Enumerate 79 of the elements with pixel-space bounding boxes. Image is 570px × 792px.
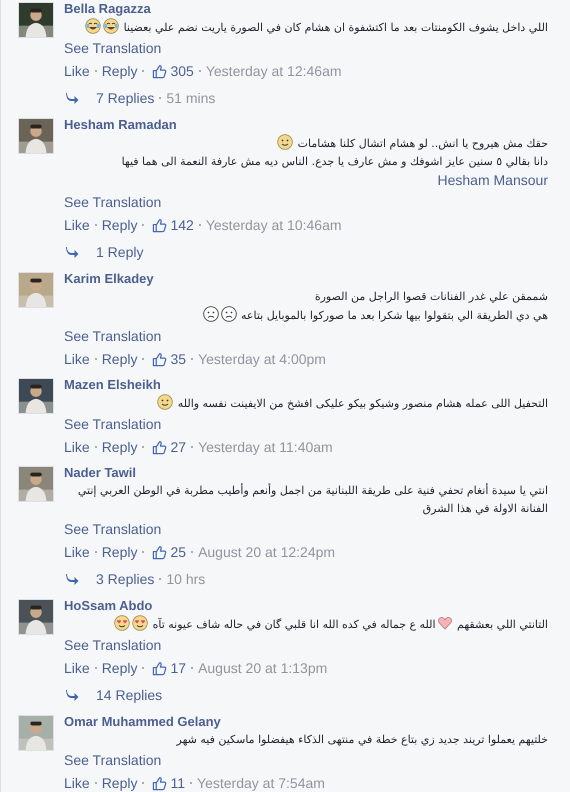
comment-time: August 20 at 1:13pm	[198, 659, 328, 678]
comment-text: الله ع جماله في كده الله انا قلبي گان في حاله شاف عيونه تآه	[152, 618, 436, 631]
reply-arrow-icon	[65, 246, 79, 258]
thumbs-up-icon	[152, 352, 168, 366]
like-count: 142	[170, 216, 194, 235]
comment-time: Yesterday at 4:00pm	[198, 350, 326, 369]
thumbs-up-icon	[152, 544, 168, 560]
laughing-face-icon	[85, 18, 102, 34]
reply-link[interactable]: Reply	[102, 59, 138, 83]
author-name[interactable]: Hesham Ramadan	[64, 116, 177, 134]
like-link[interactable]: Like	[64, 771, 90, 792]
reply-link[interactable]: Reply	[102, 656, 138, 680]
thumbs-up-icon	[152, 660, 168, 676]
heart-eyes-face-icon	[114, 615, 130, 631]
reply-arrow-icon	[65, 92, 79, 104]
replies-link[interactable]: 3 Replies	[96, 568, 154, 590]
thumbs-up-icon	[152, 440, 168, 454]
like-link[interactable]: Like	[64, 59, 90, 83]
like-link[interactable]: Like	[64, 347, 90, 371]
see-translation-link[interactable]: See Translation	[64, 749, 162, 771]
smiley-face-icon	[157, 394, 174, 410]
see-translation-link[interactable]: See Translation	[64, 325, 162, 347]
thumbs-up-icon	[152, 64, 168, 78]
replies-link[interactable]: 14 Replies	[96, 684, 162, 706]
comment-time: Yesterday at 10:46am	[206, 216, 342, 235]
comment-text: هي دي الطريقة الي بتقولوا بيها شكرا بعد ما صوركوا بالموبايل بتاعه	[241, 309, 548, 322]
comment-text: دانا بقالي ٥ سنين عايز اشوفك و مش عارف يا جدع. الناس ديه مش عارفة النعمة الى هما فيها	[122, 155, 548, 168]
like-link[interactable]: Like	[64, 213, 90, 237]
comment-text: انتي يا سيدة أنغام تحفي فنية على طريقة اللبنانية من اجمل وأنعم وأطيب مطربة في الوطن العربي إنتي الفنانة الاولة في هذا الشرق	[78, 484, 548, 515]
comment-text: خلتيهم يعملوا تريند جديد زي بتاع خطة في منتهى الذكاء هيفضلوا ماسكين فيه شهر	[176, 733, 548, 746]
mention-link[interactable]: Hesham Mansour	[438, 172, 548, 188]
reply-arrow-icon	[65, 573, 79, 585]
reply-link[interactable]: Reply	[102, 435, 138, 459]
like-count: 17	[170, 659, 186, 678]
author-name[interactable]: Omar Muhammed Gelany	[64, 713, 221, 731]
sad-face-icon	[220, 306, 237, 322]
see-translation-link[interactable]: See Translation	[64, 413, 162, 435]
like-count: 35	[170, 350, 186, 369]
comment-text: اللي داخل يشوف الكومنتات بعد ما اكتشفوة ان هشام كان في الصورة ياريت نضم علي بعضينا	[124, 21, 548, 34]
comment-text: شممقن علي غدر الفنانات قصوا الراجل من الصورة	[314, 290, 548, 303]
reply-time: 51 mins	[166, 89, 216, 108]
sad-face-icon	[202, 306, 219, 322]
comment-text: حقك مش هيروح يا انش.. لو هشام اتشال كلنا هشامات	[298, 137, 548, 150]
see-translation-link[interactable]: See Translation	[64, 518, 162, 540]
comment-time: August 20 at 12:24pm	[198, 543, 336, 562]
reply-arrow-icon	[65, 689, 79, 701]
see-translation-link[interactable]: See Translation	[64, 191, 162, 213]
author-name[interactable]: Mazen Elsheikh	[64, 376, 161, 394]
reply-time: 10 hrs	[166, 570, 206, 589]
author-name[interactable]: Bella Ragazza	[64, 0, 151, 18]
replies-link[interactable]: 7 Replies	[96, 87, 154, 109]
thumbs-up-icon	[152, 218, 168, 232]
reply-link[interactable]: Reply	[102, 771, 138, 792]
heart-eyes-face-icon	[132, 615, 148, 631]
comment-text: التانتي اللي بعشقهم	[457, 618, 548, 631]
heart-icon	[436, 615, 453, 631]
see-translation-link[interactable]: See Translation	[64, 634, 162, 656]
like-count: 25	[170, 543, 186, 562]
like-count: 11	[170, 774, 186, 792]
comment-time: Yesterday at 11:40am	[198, 438, 333, 457]
like-link[interactable]: Like	[64, 656, 90, 680]
comment-time: Yesterday at 12:46am	[206, 62, 342, 81]
thumbs-up-icon	[152, 776, 168, 790]
reply-link[interactable]: Reply	[102, 540, 138, 564]
like-link[interactable]: Like	[64, 435, 90, 459]
see-translation-link[interactable]: See Translation	[64, 37, 162, 59]
like-count: 305	[170, 62, 194, 81]
laughing-face-icon	[103, 18, 120, 34]
author-name[interactable]: Nader Tawil	[64, 464, 136, 482]
comment-text: التحفيل اللى عمله هشام منصور وشيكو بيكو عليكى افشخ من الايفينت نفسه والله	[178, 397, 548, 410]
replies-link[interactable]: 1 Reply	[96, 241, 144, 263]
comment-time: Yesterday at 7:54am	[197, 774, 325, 792]
like-count: 27	[170, 438, 186, 457]
author-name[interactable]: Karim Elkadey	[64, 270, 154, 288]
smiley-face-icon	[277, 134, 294, 150]
author-name[interactable]: HoSsam Abdo	[64, 597, 152, 615]
like-link[interactable]: Like	[64, 540, 90, 564]
reply-link[interactable]: Reply	[102, 347, 138, 371]
reply-link[interactable]: Reply	[102, 213, 138, 237]
